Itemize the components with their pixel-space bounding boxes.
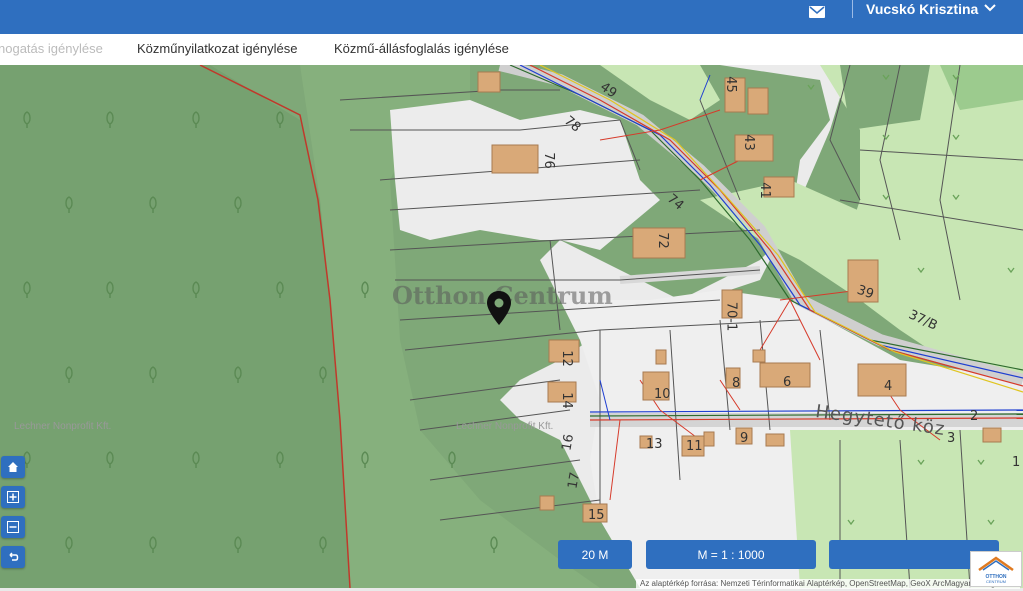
scale-bar-label: 20 M (581, 547, 609, 562)
user-name[interactable]: Vucskó Krisztina (866, 0, 978, 18)
parcel-label: 17 (565, 471, 584, 490)
parcel-label: 10 (654, 387, 671, 402)
copyright-mid: Lechner Nonprofit Kft. (456, 421, 554, 432)
parcel-label: 70-1 (723, 301, 739, 332)
parcel-label: 13 (646, 437, 663, 452)
zoom-out-icon (7, 521, 19, 533)
parcel-label: 39 (854, 282, 876, 303)
copyright-left: Lechner Nonprofit Kft. (14, 421, 112, 432)
parcel-label: 41 (756, 182, 772, 199)
parcel-label: 2 (970, 409, 979, 424)
parcel-label: 76 (540, 152, 556, 169)
scale-ratio[interactable]: M = 1 : 1000 (646, 540, 816, 569)
tab-utility-statement[interactable]: Közműnyilatkozat igénylése (137, 34, 297, 65)
logo-house-icon: OTTHON CENTRUM (978, 556, 1014, 584)
top-bar: Vucskó Krisztina (0, 0, 1023, 34)
parcel-label: 78 (561, 113, 584, 136)
parcel-label: 43 (740, 134, 756, 151)
parcel-label: 37/B (906, 307, 940, 334)
location-pin-icon[interactable] (487, 291, 511, 327)
parcel-label: 49 (597, 79, 620, 102)
service-tabs: nogatás igénylése Közműnyilatkozat igény… (0, 34, 1023, 66)
home-button[interactable] (1, 456, 25, 478)
parcel-label: 72 (654, 232, 670, 249)
envelope-icon[interactable] (809, 6, 825, 18)
scale-ratio-label: M = 1 : 1000 (697, 547, 765, 562)
header-divider (852, 0, 853, 18)
parcel-label: 14 (558, 392, 574, 409)
parcel-label: 6 (783, 375, 792, 390)
zoom-out-button[interactable] (1, 516, 25, 538)
brand-logo: OTTHON CENTRUM (970, 551, 1022, 587)
parcel-label: 45 (722, 76, 738, 93)
parcel-label: 15 (588, 508, 605, 523)
parcel-label: 1 (1012, 455, 1021, 470)
tab-utility-opinion[interactable]: Közmű-állásfoglalás igénylése (334, 34, 509, 65)
back-button[interactable] (1, 546, 25, 568)
parcel-label: 9 (740, 431, 749, 446)
parcel-label: 11 (686, 439, 703, 454)
parcel-label: 4 (884, 379, 893, 394)
home-icon (8, 462, 18, 472)
parcel-label: 12 (558, 350, 574, 367)
chevron-down-icon[interactable] (983, 1, 997, 15)
zoom-in-button[interactable] (1, 486, 25, 508)
parcel-labels: 49 78 76 45 43 41 74 72 39 37/B 70-1 12 … (0, 65, 1023, 588)
tab-support-request[interactable]: nogatás igénylése (0, 34, 103, 65)
parcel-label: 74 (664, 191, 687, 214)
back-icon (9, 552, 19, 561)
parcel-label: 3 (947, 431, 956, 446)
parcel-label: 8 (732, 376, 741, 391)
svg-text:CENTRUM: CENTRUM (986, 579, 1006, 584)
parcel-label: 16 (559, 433, 578, 452)
zoom-in-icon (7, 491, 19, 503)
scale-bar: 20 M (558, 540, 632, 569)
map-canvas[interactable]: 49 78 76 45 43 41 74 72 39 37/B 70-1 12 … (0, 65, 1023, 588)
